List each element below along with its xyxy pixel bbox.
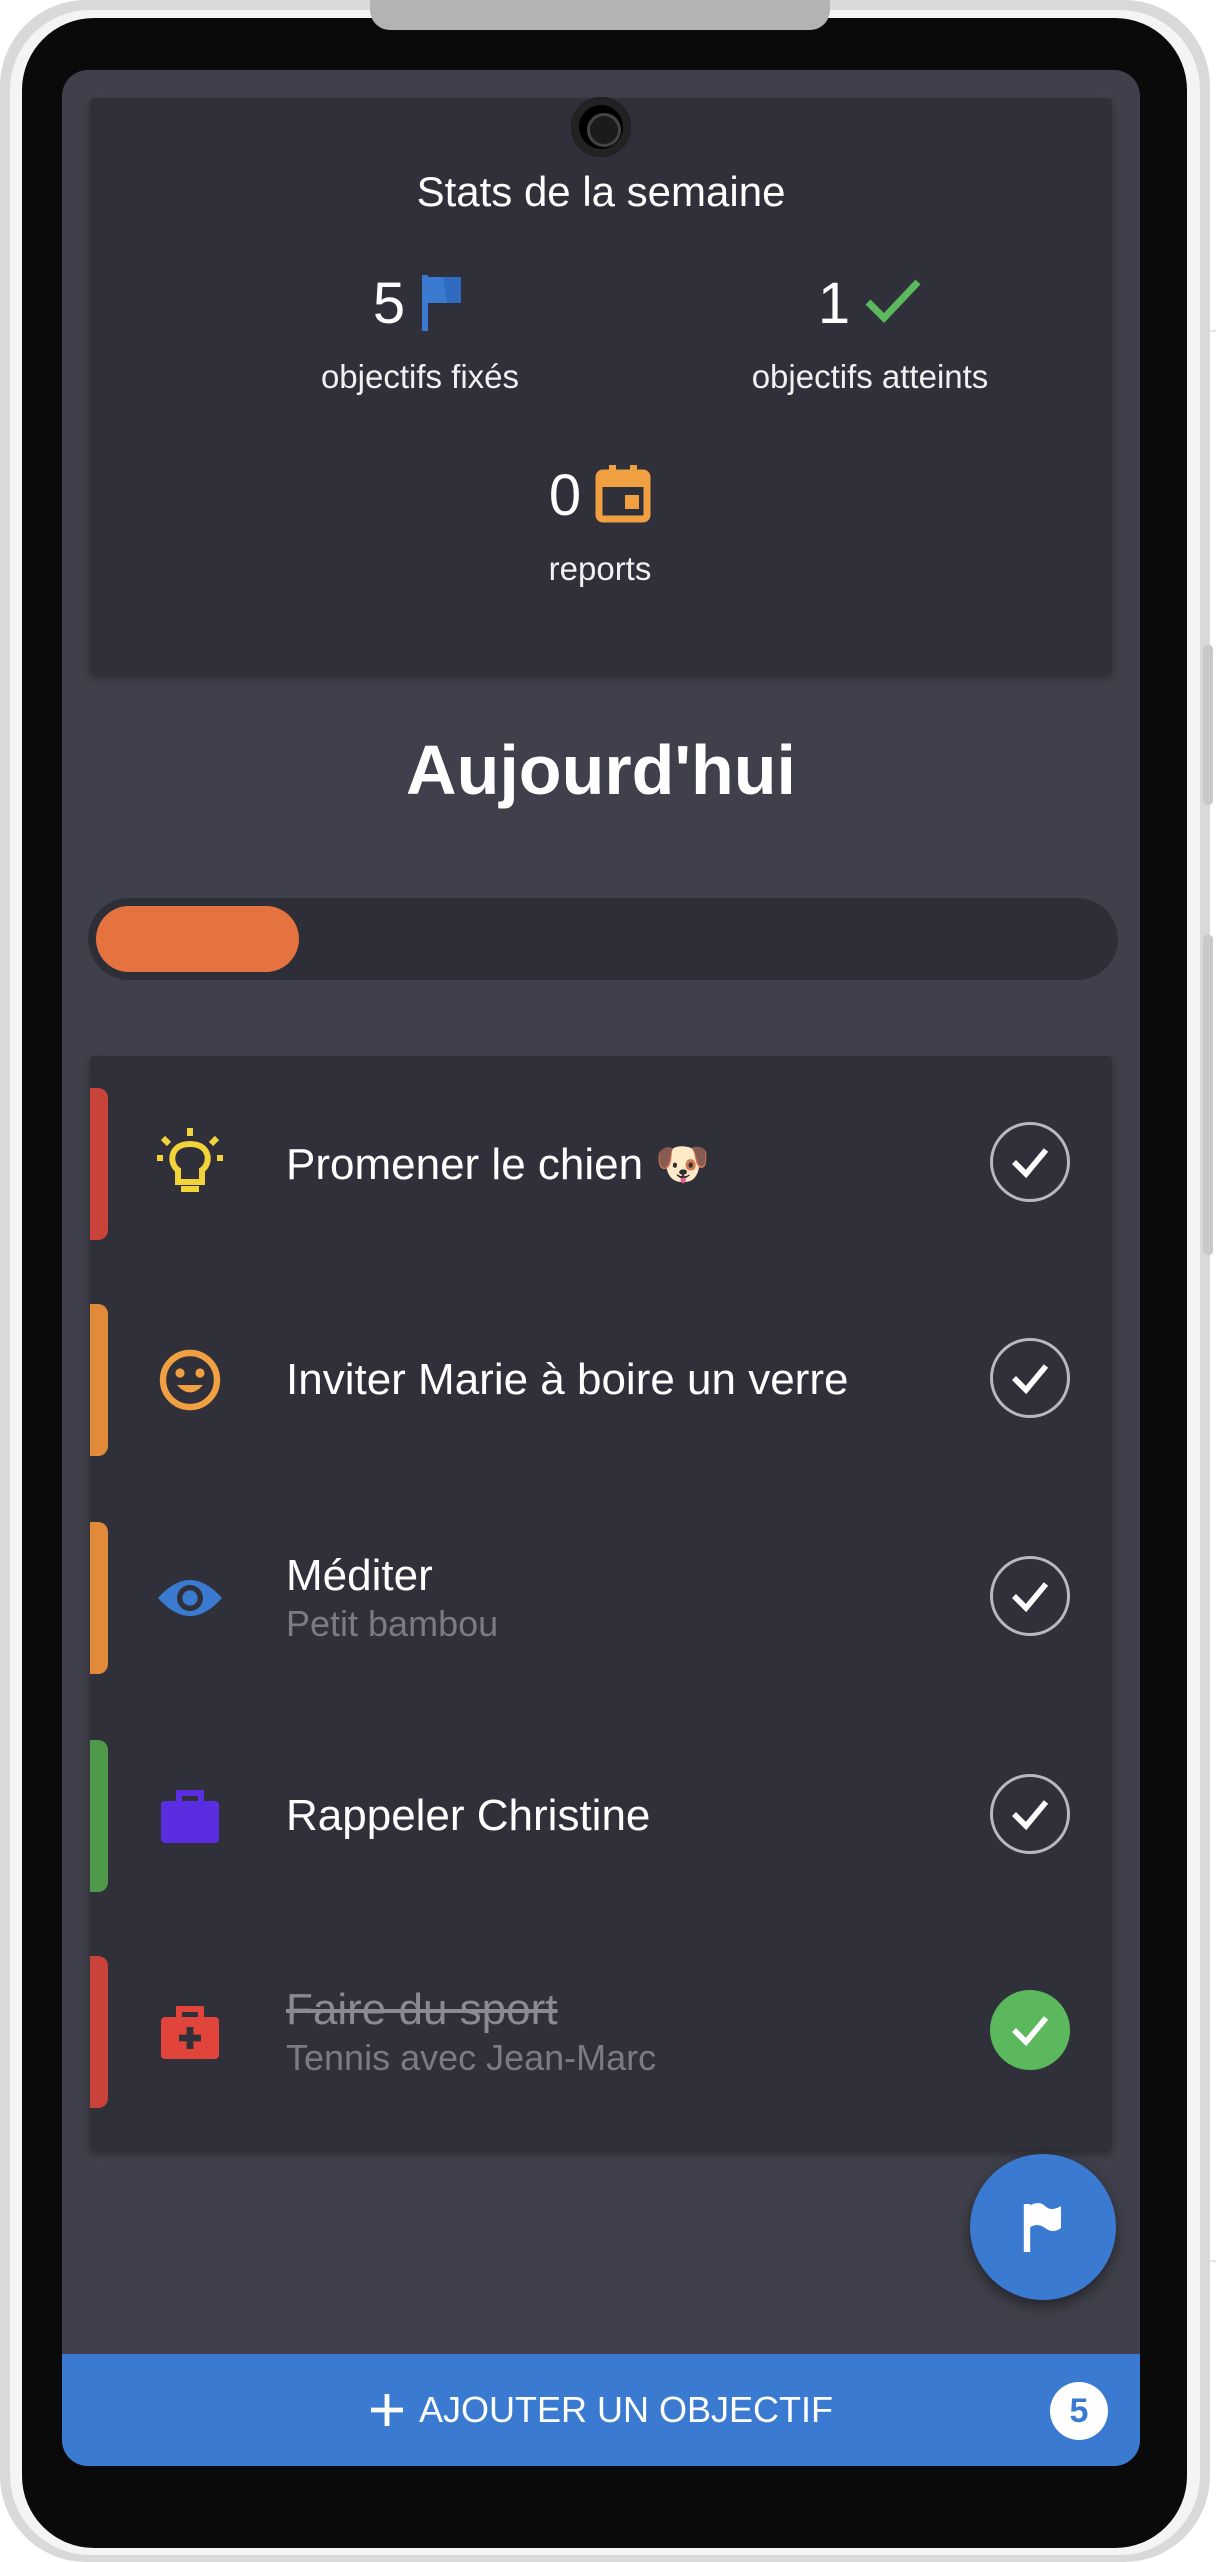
complete-checkbox[interactable] [990,1338,1070,1418]
check-icon [1012,1364,1049,1394]
stat-goals-reached: 1 objectifs atteints [690,268,1050,396]
objective-title: Méditer [286,1551,433,1600]
complete-checkbox[interactable] [990,1122,1070,1202]
calendar-icon [595,463,651,528]
objective-color-bar [90,1956,108,2108]
objective-subtitle: Tennis avec Jean-Marc [286,2037,657,2078]
objective-texts: Méditer Petit bambou [286,1522,498,1674]
objective-count-badge: 5 [1050,2382,1108,2440]
stat-goals-set: 5 objectifs fixés [270,268,570,396]
objective-texts: Rappeler Christine [286,1740,650,1892]
stats-title: Stats de la semaine [416,168,786,215]
flag-icon [1023,2203,1061,2252]
complete-checkbox[interactable] [990,1774,1070,1854]
front-camera [571,97,631,157]
objective-texts: Inviter Marie à boire un verre [286,1304,848,1456]
check-icon [1012,1582,1049,1612]
stat-goals-reached-value: 1 [817,270,851,336]
app-screen: Stats de la semaine 5 objectifs fixés 1 … [62,70,1140,2466]
objective-item[interactable]: Inviter Marie à boire un verre [90,1304,1112,1456]
objective-texts: Promener le chien 🐶 [286,1088,710,1240]
complete-checkbox[interactable] [990,1556,1070,1636]
objective-color-bar [90,1522,108,1674]
objective-texts: Faire du sport Tennis avec Jean-Marc [286,1956,656,2108]
objective-item[interactable]: Promener le chien 🐶 [90,1088,1112,1240]
objective-color-bar [90,1088,108,1240]
add-goal-fab[interactable] [970,2154,1116,2300]
check-icon [1012,1800,1049,1830]
power-button [1203,935,1213,1255]
add-objective-bar[interactable]: AJOUTER UN OBJECTIF 5 [62,2354,1140,2466]
check-icon [1012,2016,1049,2046]
objectives-list: Promener le chien 🐶 Inviter Marie à boir… [90,1056,1112,2150]
medkit-icon [156,1998,224,2066]
phone-top-edge [370,0,830,30]
stat-postponed-value: 0 [548,462,582,528]
check-icon [1012,1148,1049,1178]
briefcase-icon [156,1782,224,1850]
objective-subtitle: Petit bambou [286,1603,499,1644]
today-title: Aujourd'hui [406,731,796,809]
daily-progress-bar [88,898,1118,980]
objective-title: Promener le chien 🐶 [286,1140,711,1189]
objective-color-bar [90,1304,108,1456]
objective-title: Faire du sport [286,1985,558,2034]
stat-goals-set-value: 5 [372,270,406,336]
objective-item[interactable]: Rappeler Christine [90,1740,1112,1892]
daily-progress-fill [96,906,299,972]
flag-icon [419,271,467,336]
objective-item[interactable]: Méditer Petit bambou [90,1522,1112,1674]
volume-button [1203,645,1213,805]
objective-item[interactable]: Faire du sport Tennis avec Jean-Marc [90,1956,1112,2108]
objective-color-bar [90,1740,108,1892]
stat-postponed: 0 reports [450,460,750,588]
complete-checkbox[interactable] [990,1990,1070,2070]
eye-icon [156,1564,224,1632]
lightbulb-icon [156,1128,224,1198]
stat-postponed-label: reports [548,550,652,587]
weekly-stats-card: Stats de la semaine 5 objectifs fixés 1 … [90,98,1112,674]
objective-title: Inviter Marie à boire un verre [286,1355,849,1404]
stat-goals-reached-label: objectifs atteints [751,358,989,395]
add-objective-label: AJOUTER UN OBJECTIF [418,2389,834,2430]
check-icon [864,276,922,331]
objective-title: Rappeler Christine [286,1791,651,1840]
smiley-icon [156,1346,224,1414]
plus-icon [370,2394,403,2426]
stat-goals-set-label: objectifs fixés [320,358,520,395]
